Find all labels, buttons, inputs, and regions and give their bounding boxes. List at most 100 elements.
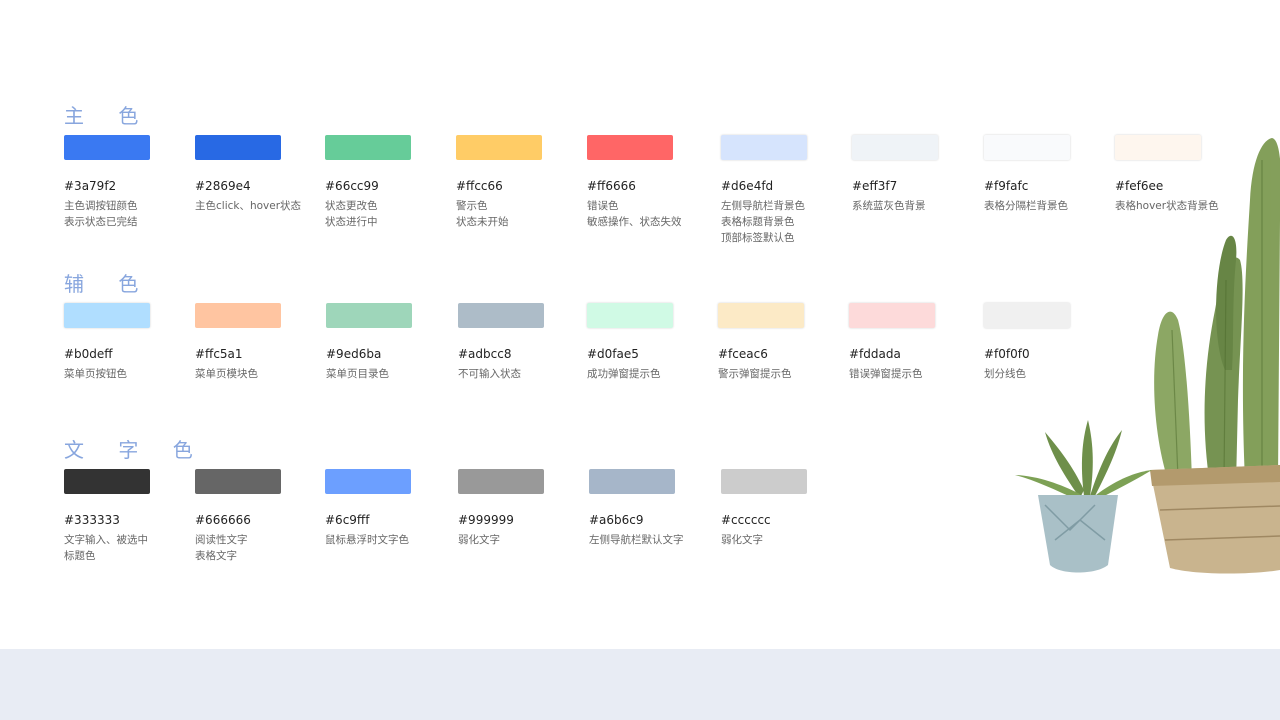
color-description-line: 敏感操作、状态失效 — [587, 216, 682, 228]
color-description-line: 菜单页目录色 — [326, 368, 389, 380]
color-description-line: 不可输入状态 — [458, 368, 521, 380]
color-swatch-group: #eff3f7 系统蓝灰色背景 — [852, 135, 972, 214]
color-description-line: 状态进行中 — [325, 216, 378, 228]
color-code: #ffc5a1 — [195, 347, 243, 361]
color-code: #b0deff — [64, 347, 113, 361]
color-code: #d0fae5 — [587, 347, 639, 361]
color-description: 文字输入、被选中 标题色 — [64, 532, 184, 564]
color-swatch — [721, 135, 807, 160]
color-swatch-group: #9ed6ba 菜单页目录色 — [326, 303, 446, 382]
color-swatch — [849, 303, 935, 328]
color-description: 弱化文字 — [721, 532, 841, 548]
color-description-line: 顶部标签默认色 — [721, 232, 795, 244]
color-swatch — [64, 135, 150, 160]
color-swatch — [64, 469, 150, 494]
color-swatch-group: #ff6666 错误色 敏感操作、状态失效 — [587, 135, 707, 230]
color-code: #a6b6c9 — [589, 513, 644, 527]
color-description-line: 警示色 — [456, 200, 488, 212]
color-description-line: 成功弹窗提示色 — [587, 368, 661, 380]
color-swatch — [195, 469, 281, 494]
color-description-line: 状态更改色 — [325, 200, 378, 212]
color-description: 阅读性文字 表格文字 — [195, 532, 315, 564]
color-code: #66cc99 — [325, 179, 379, 193]
color-description: 左侧导航栏默认文字 — [589, 532, 709, 548]
color-code: #3a79f2 — [64, 179, 117, 193]
color-swatch-group: #2869e4 主色click、hover状态 — [195, 135, 315, 214]
color-description-line: 警示弹窗提示色 — [718, 368, 792, 380]
color-swatch-group: #66cc99 状态更改色状态进行中 — [325, 135, 445, 230]
footer-band — [0, 649, 1280, 720]
color-swatch-group: #ffcc66 警示色状态未开始 — [456, 135, 576, 230]
color-description-line: 弱化文字 — [458, 534, 500, 546]
color-swatch — [325, 135, 411, 160]
color-swatch-group: #fceac6 警示弹窗提示色 — [718, 303, 838, 382]
color-swatch — [458, 303, 544, 328]
text-colors-title: 文 字 色 — [64, 438, 207, 462]
color-description-line: 菜单页模块色 — [195, 368, 258, 380]
color-description-line: 标题色 — [64, 550, 96, 562]
color-description-line: 状态未开始 — [456, 216, 509, 228]
color-description-line: 左侧导航栏背景色 — [721, 200, 805, 212]
color-description: 系统蓝灰色背景 — [852, 198, 972, 214]
color-description-line: 主色调按钮颜色 — [64, 200, 138, 212]
color-code: #adbcc8 — [458, 347, 512, 361]
color-description-line: 鼠标悬浮时文字色 — [325, 534, 409, 546]
color-description-line: 阅读性文字 — [195, 534, 248, 546]
color-description: 菜单页按钮色 — [64, 366, 184, 382]
color-description: 状态更改色状态进行中 — [325, 198, 445, 230]
color-code: #fceac6 — [718, 347, 768, 361]
color-swatch — [589, 469, 675, 494]
color-swatch-group: #3a79f2 主色调按钮颜色 表示状态已完结 — [64, 135, 184, 230]
color-code: #fddada — [849, 347, 901, 361]
color-description-line: 错误弹窗提示色 — [849, 368, 923, 380]
color-code: #eff3f7 — [852, 179, 898, 193]
color-code: #999999 — [458, 513, 514, 527]
color-description-line: 弱化文字 — [721, 534, 763, 546]
color-code: #666666 — [195, 513, 251, 527]
color-swatch-group: #333333 文字输入、被选中 标题色 — [64, 469, 184, 564]
auxiliary-colors-title: 辅 色 — [64, 272, 153, 296]
color-swatch-group: #6c9fff 鼠标悬浮时文字色 — [325, 469, 445, 548]
color-code: #9ed6ba — [326, 347, 382, 361]
color-description-line: 系统蓝灰色背景 — [852, 200, 926, 212]
color-description-line: 表示状态已完结 — [64, 216, 138, 228]
color-swatch-group: #d0fae5 成功弹窗提示色 — [587, 303, 707, 382]
color-description: 警示弹窗提示色 — [718, 366, 838, 382]
color-description: 成功弹窗提示色 — [587, 366, 707, 382]
color-swatch-group: #999999 弱化文字 — [458, 469, 578, 548]
color-code: #cccccc — [721, 513, 771, 527]
color-swatch — [456, 135, 542, 160]
color-swatch — [852, 135, 938, 160]
potted-plants-illustration-icon — [1000, 120, 1280, 590]
color-swatch — [721, 469, 807, 494]
color-description: 左侧导航栏背景色 表格标题背景色 顶部标签默认色 — [721, 198, 841, 246]
color-description: 鼠标悬浮时文字色 — [325, 532, 445, 548]
color-description: 主色调按钮颜色 表示状态已完结 — [64, 198, 184, 230]
color-swatch-group: #d6e4fd 左侧导航栏背景色 表格标题背景色 顶部标签默认色 — [721, 135, 841, 246]
color-swatch-group: #fddada 错误弹窗提示色 — [849, 303, 969, 382]
color-code: #6c9fff — [325, 513, 370, 527]
color-description: 错误弹窗提示色 — [849, 366, 969, 382]
color-code: #2869e4 — [195, 179, 251, 193]
color-description-line: 表格标题背景色 — [721, 216, 795, 228]
color-description-line: 左侧导航栏默认文字 — [589, 534, 684, 546]
color-swatch-group: #cccccc 弱化文字 — [721, 469, 841, 548]
color-description: 弱化文字 — [458, 532, 578, 548]
color-swatch-group: #b0deff 菜单页按钮色 — [64, 303, 184, 382]
color-swatch — [195, 303, 281, 328]
color-code: #d6e4fd — [721, 179, 774, 193]
color-swatch — [326, 303, 412, 328]
color-swatch — [718, 303, 804, 328]
color-swatch — [458, 469, 544, 494]
color-description-line: 错误色 — [587, 200, 619, 212]
color-description-line: 表格文字 — [195, 550, 237, 562]
color-swatch — [195, 135, 281, 160]
color-description: 菜单页目录色 — [326, 366, 446, 382]
color-code: #333333 — [64, 513, 120, 527]
color-swatch-group: #adbcc8 不可输入状态 — [458, 303, 578, 382]
color-description-line: 菜单页按钮色 — [64, 368, 127, 380]
color-swatch-group: #a6b6c9 左侧导航栏默认文字 — [589, 469, 709, 548]
color-code: #ffcc66 — [456, 179, 503, 193]
color-description: 不可输入状态 — [458, 366, 578, 382]
color-swatch — [587, 135, 673, 160]
